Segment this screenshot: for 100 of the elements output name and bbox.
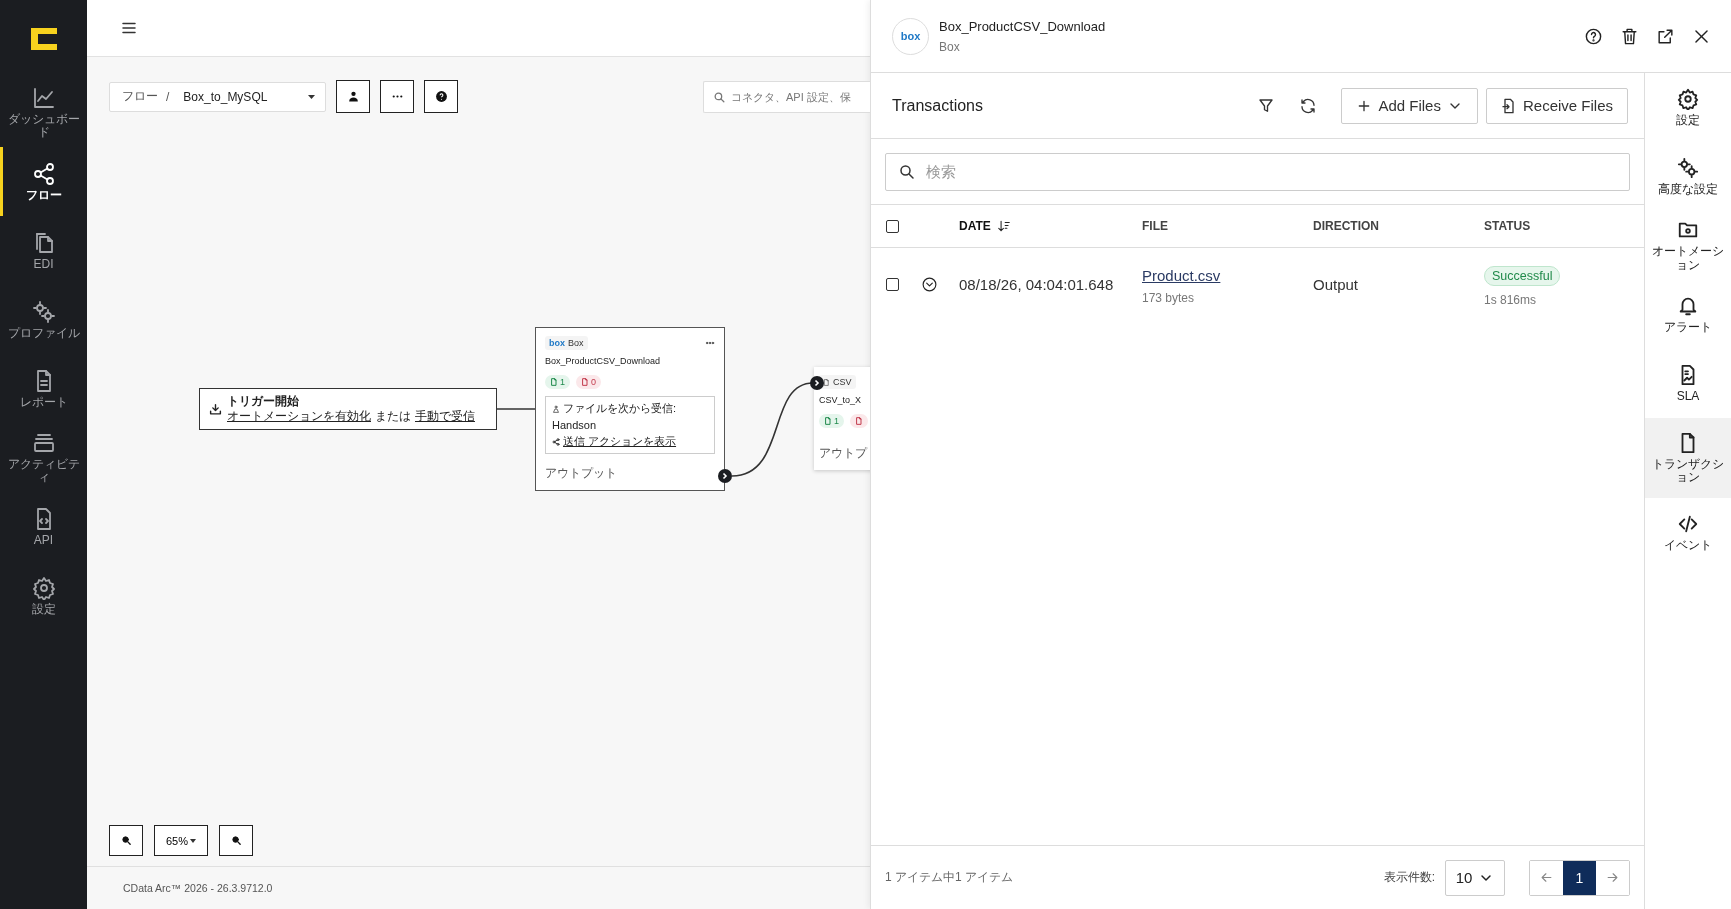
success-count-badge[interactable]: 1 <box>545 375 570 389</box>
version-text: CData Arc™ 2026 - 26.3.9712.0 <box>123 882 273 894</box>
manual-receive-link[interactable]: 手動で受信 <box>415 409 475 424</box>
zoom-out-button[interactable] <box>219 825 253 856</box>
sort-icon[interactable] <box>996 219 1011 233</box>
sidebar-item[interactable]: 設定 <box>0 561 87 630</box>
search-field[interactable]: 検索 <box>885 152 1630 191</box>
duration-text: 1s 816ms <box>1484 292 1537 307</box>
sidebar-item[interactable]: ダッシュボード <box>0 78 87 147</box>
connector-line <box>496 408 536 410</box>
connector-chip: box Box <box>545 336 588 350</box>
port-handle-icon[interactable] <box>810 376 824 390</box>
port-handle-icon[interactable] <box>718 469 732 483</box>
trigger-text: または <box>375 409 411 424</box>
column-header[interactable]: FILE <box>1142 219 1168 233</box>
error-count-badge[interactable]: 0 <box>576 375 602 389</box>
gears-icon <box>1677 156 1699 179</box>
file-size: 173 bytes <box>1142 291 1195 305</box>
node-title: CSV_to_X <box>819 395 863 405</box>
user-button[interactable] <box>336 80 370 113</box>
rail-item[interactable]: 高度な設定 <box>1645 142 1731 211</box>
rail-item[interactable]: SLA <box>1645 349 1731 418</box>
sidebar-item[interactable]: アクティビティ <box>0 423 87 492</box>
flow-node[interactable]: CSV CSV_to_X 1 アウトプ <box>814 367 870 470</box>
share-icon <box>31 161 56 186</box>
person-icon <box>346 90 360 103</box>
chart-icon <box>31 86 56 111</box>
column-header[interactable]: STATUS <box>1484 219 1531 233</box>
add-files-button[interactable]: Add Files <box>1341 87 1478 124</box>
receive-files-button[interactable]: Receive Files <box>1485 87 1628 124</box>
item-count-text: 1 アイテム中1 アイテム <box>885 869 1014 886</box>
help-icon <box>434 90 448 103</box>
trigger-title: トリガー開始 <box>227 394 300 409</box>
receive-label: ファイルを次から受信: <box>563 401 677 416</box>
date-cell: 08/18/26, 04:04:01.648 <box>959 275 1114 293</box>
status-badge: Successful <box>1484 265 1561 286</box>
trigger-node[interactable]: トリガー開始 オートメーションを有効化 または 手動で受信 <box>199 388 497 430</box>
sidebar-item[interactable]: プロファイル <box>0 285 87 354</box>
caret-icon <box>190 838 196 843</box>
logo-icon[interactable] <box>30 28 57 50</box>
section-title: Transactions <box>892 96 984 115</box>
page-size-label: 表示件数: <box>1383 869 1435 886</box>
zoom-level-dropdown[interactable]: 65% <box>154 825 208 856</box>
refresh-icon[interactable] <box>1299 96 1318 115</box>
settings-icon <box>31 575 56 600</box>
panel-title: Box_ProductCSV_Download <box>939 18 1107 34</box>
sidebar-item[interactable]: レポート <box>0 354 87 423</box>
zoom-in-button[interactable] <box>109 825 143 856</box>
checkbox[interactable] <box>886 219 899 233</box>
filter-icon[interactable] <box>1257 96 1276 115</box>
flow-selector[interactable]: フロー / Box_to_MySQL <box>109 81 326 112</box>
file-import-icon <box>1500 97 1517 114</box>
box-logo: box <box>549 338 565 348</box>
page-size-dropdown[interactable]: 10 <box>1445 859 1505 896</box>
external-link-icon[interactable] <box>1656 26 1675 46</box>
rail-item[interactable]: オートメーション <box>1645 211 1731 280</box>
output-label: アウトプ <box>819 445 869 462</box>
share-icon <box>552 437 560 446</box>
rail-item[interactable]: イベント <box>1645 498 1731 567</box>
more-button[interactable] <box>380 80 414 113</box>
trash-icon[interactable] <box>1620 26 1639 46</box>
user-icon <box>552 404 560 413</box>
help-icon[interactable] <box>1584 26 1603 46</box>
help-button[interactable] <box>424 80 458 113</box>
settings-icon <box>1677 87 1699 110</box>
column-header[interactable]: DIRECTION <box>1313 219 1379 233</box>
file-link[interactable]: Product.csv <box>1142 267 1221 284</box>
rail-item[interactable]: アラート <box>1645 280 1731 349</box>
rail-item[interactable]: トランザクション <box>1645 418 1731 498</box>
file-icon <box>824 417 832 425</box>
file-icon <box>823 378 830 386</box>
flow-name: Box_to_MySQL <box>183 89 269 104</box>
direction-cell: Output <box>1313 275 1359 293</box>
error-count-badge[interactable] <box>850 414 868 428</box>
zoom-out-icon <box>230 835 242 846</box>
arrow-right-icon <box>1605 870 1620 885</box>
caret-icon <box>308 94 315 99</box>
sidebar-item[interactable]: API <box>0 492 87 561</box>
file-icon <box>855 417 863 425</box>
file-icon <box>550 378 558 386</box>
file-icon <box>581 378 589 386</box>
rail-item[interactable]: 設定 <box>1645 73 1731 142</box>
gears-icon <box>31 299 56 324</box>
flow-node[interactable]: box Box Box_ProductCSV_Download 1 0 ファイルを次から受信: Handson 送信 アクションを表示 アウトプット <box>535 327 725 491</box>
checkbox[interactable] <box>886 277 899 291</box>
page-button[interactable]: 1 <box>1563 860 1596 895</box>
search-field[interactable]: コネクタ、API 設定、保 <box>703 80 870 113</box>
sidebar-item[interactable]: EDI <box>0 216 87 285</box>
success-count-badge[interactable]: 1 <box>819 414 844 428</box>
output-label: アウトプット <box>545 465 618 482</box>
column-header[interactable]: DATE <box>959 219 991 233</box>
breadcrumb-separator: / <box>166 89 170 104</box>
breadcrumb-item[interactable]: フロー <box>122 88 158 105</box>
send-actions-link[interactable]: 送信 アクションを表示 <box>563 434 677 449</box>
expand-icon[interactable] <box>921 275 938 293</box>
zoom-in-icon <box>120 835 132 846</box>
panel-subtitle: Box <box>939 39 961 54</box>
receive-source: Handson <box>552 419 598 431</box>
download-icon <box>209 402 222 416</box>
enable-automation-link[interactable]: オートメーションを有効化 <box>227 409 371 424</box>
